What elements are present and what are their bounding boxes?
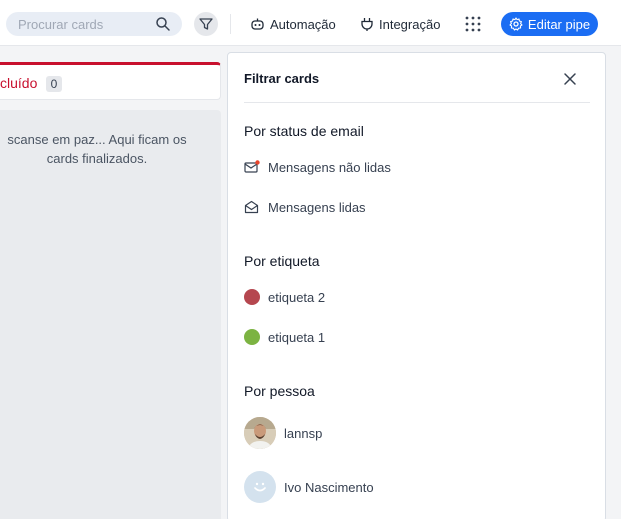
label-heading: Por etiqueta bbox=[244, 253, 320, 269]
mail-open-icon bbox=[244, 200, 259, 214]
column-title: cluído bbox=[0, 75, 38, 91]
empty-column-message: scanse em paz... Aqui ficam os cards fin… bbox=[0, 130, 194, 168]
person-name: Ivo Nascimento bbox=[284, 479, 374, 495]
toolbar-divider bbox=[230, 14, 231, 34]
label-name: etiqueta 2 bbox=[268, 289, 326, 305]
automation-label: Automação bbox=[270, 16, 336, 32]
filter-icon bbox=[199, 18, 213, 30]
search-icon[interactable] bbox=[155, 16, 171, 32]
filter-unread-messages[interactable]: Mensagens não lidas bbox=[244, 157, 391, 177]
avatar bbox=[244, 471, 276, 503]
mail-unread-icon bbox=[244, 160, 260, 173]
read-messages-label: Mensagens lidas bbox=[268, 199, 366, 215]
email-status-heading: Por status de email bbox=[244, 123, 364, 139]
search-box[interactable] bbox=[6, 12, 182, 36]
robot-icon bbox=[251, 18, 264, 30]
edit-pipe-button[interactable]: Editar pipe bbox=[501, 12, 598, 36]
integration-label: Integração bbox=[379, 16, 441, 32]
panel-divider bbox=[244, 102, 590, 103]
avatar bbox=[244, 417, 276, 449]
filter-cards-panel: Filtrar cards Por status de email Mensag… bbox=[227, 52, 606, 519]
done-column-body bbox=[0, 110, 221, 519]
edit-pipe-label: Editar pipe bbox=[527, 16, 591, 32]
top-toolbar: Automação Integração Editar pipe bbox=[0, 0, 621, 46]
close-icon[interactable] bbox=[562, 71, 578, 87]
unread-messages-label: Mensagens não lidas bbox=[268, 159, 391, 175]
search-input[interactable] bbox=[18, 12, 148, 36]
done-column-header[interactable]: cluído 0 bbox=[0, 62, 221, 100]
integration-button[interactable]: Integração bbox=[360, 12, 440, 36]
label-name: etiqueta 1 bbox=[268, 329, 326, 345]
plug-icon bbox=[361, 17, 373, 31]
label-color-dot bbox=[244, 289, 260, 305]
person-heading: Por pessoa bbox=[244, 383, 315, 399]
person-name: lannsp bbox=[284, 425, 323, 441]
panel-title: Filtrar cards bbox=[244, 71, 320, 86]
filter-button[interactable] bbox=[194, 12, 218, 36]
gear-icon bbox=[509, 17, 523, 31]
empty-message-line1: scanse em paz... Aqui ficam os bbox=[7, 132, 187, 147]
filter-person-ivo-nascimento[interactable]: Ivo Nascimento bbox=[244, 471, 374, 503]
filter-label-etiqueta-2[interactable]: etiqueta 2 bbox=[244, 287, 325, 307]
smiley-avatar-icon bbox=[254, 482, 266, 492]
label-color-dot bbox=[244, 329, 260, 345]
apps-grid-icon[interactable] bbox=[465, 16, 481, 32]
empty-message-line2: cards finalizados. bbox=[46, 151, 148, 166]
automation-button[interactable]: Automação bbox=[250, 12, 336, 36]
filter-label-etiqueta-1[interactable]: etiqueta 1 bbox=[244, 327, 325, 347]
person-photo-icon bbox=[244, 417, 276, 449]
column-count-badge: 0 bbox=[46, 76, 62, 92]
filter-person-lannsp[interactable]: lannsp bbox=[244, 417, 322, 449]
filter-read-messages[interactable]: Mensagens lidas bbox=[244, 197, 366, 217]
